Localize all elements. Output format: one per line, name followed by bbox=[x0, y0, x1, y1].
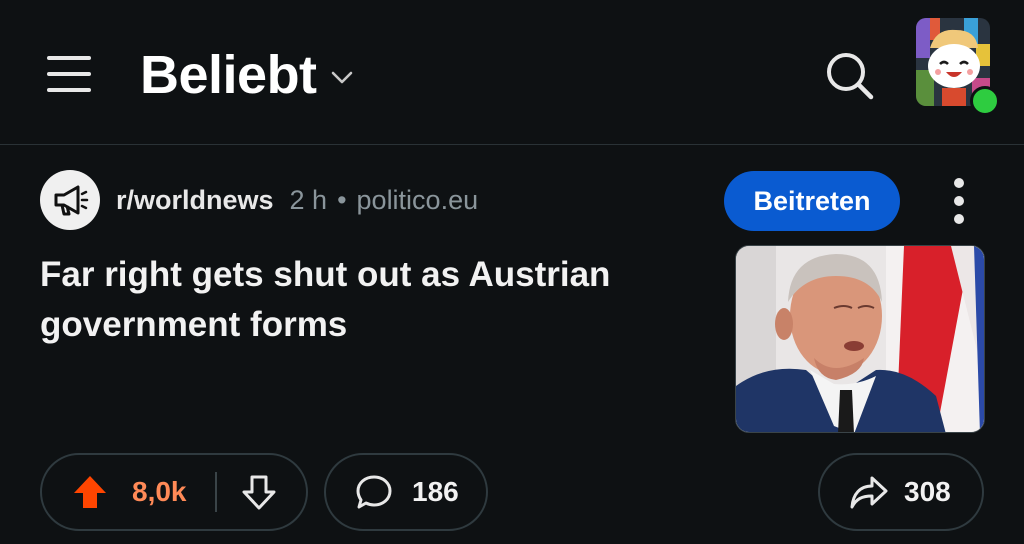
share-count: 308 bbox=[904, 476, 951, 507]
app-screen: Beliebt r/worldnews 2 h • politico.eu Be… bbox=[0, 0, 1024, 544]
more-vertical-icon bbox=[954, 214, 964, 224]
post-thumbnail[interactable] bbox=[735, 245, 985, 433]
online-status-indicator bbox=[970, 86, 1000, 116]
menu-icon bbox=[47, 56, 91, 60]
vote-divider bbox=[214, 472, 217, 512]
post-meta: 2 h • politico.eu bbox=[290, 185, 479, 216]
search-icon[interactable] bbox=[824, 50, 876, 102]
vote-count: 8,0k bbox=[132, 476, 187, 507]
megaphone-icon bbox=[54, 185, 89, 216]
top-app-bar: Beliebt bbox=[0, 0, 1024, 145]
downvote-icon[interactable] bbox=[239, 472, 279, 512]
vote-bar: 8,0k bbox=[40, 453, 308, 531]
menu-button[interactable] bbox=[42, 52, 96, 96]
more-vertical-icon bbox=[954, 196, 964, 206]
comment-count: 186 bbox=[412, 476, 459, 507]
subreddit-name[interactable]: r/worldnews bbox=[116, 185, 274, 216]
post-domain[interactable]: politico.eu bbox=[357, 185, 479, 215]
more-vertical-icon bbox=[954, 178, 964, 188]
user-avatar[interactable] bbox=[914, 14, 1000, 116]
comment-icon bbox=[356, 475, 392, 509]
meta-separator: • bbox=[337, 184, 347, 215]
chevron-down-icon bbox=[331, 71, 352, 84]
share-button[interactable]: 308 bbox=[818, 453, 984, 531]
post-title[interactable]: Far right gets shut out as Austrian gove… bbox=[40, 250, 700, 350]
post-age: 2 h bbox=[289, 184, 328, 215]
post-meta-row: r/worldnews 2 h • politico.eu bbox=[40, 170, 478, 230]
menu-icon bbox=[47, 88, 91, 92]
menu-icon bbox=[47, 72, 91, 76]
feed-selector-label: Beliebt bbox=[140, 45, 317, 105]
more-options-button[interactable] bbox=[944, 176, 974, 226]
join-button[interactable]: Beitreten bbox=[724, 171, 900, 231]
share-icon bbox=[850, 476, 888, 509]
feed-selector[interactable]: Beliebt bbox=[140, 40, 353, 110]
subreddit-avatar[interactable] bbox=[40, 170, 100, 230]
upvote-icon[interactable] bbox=[70, 472, 110, 512]
comments-button[interactable]: 186 bbox=[324, 453, 488, 531]
